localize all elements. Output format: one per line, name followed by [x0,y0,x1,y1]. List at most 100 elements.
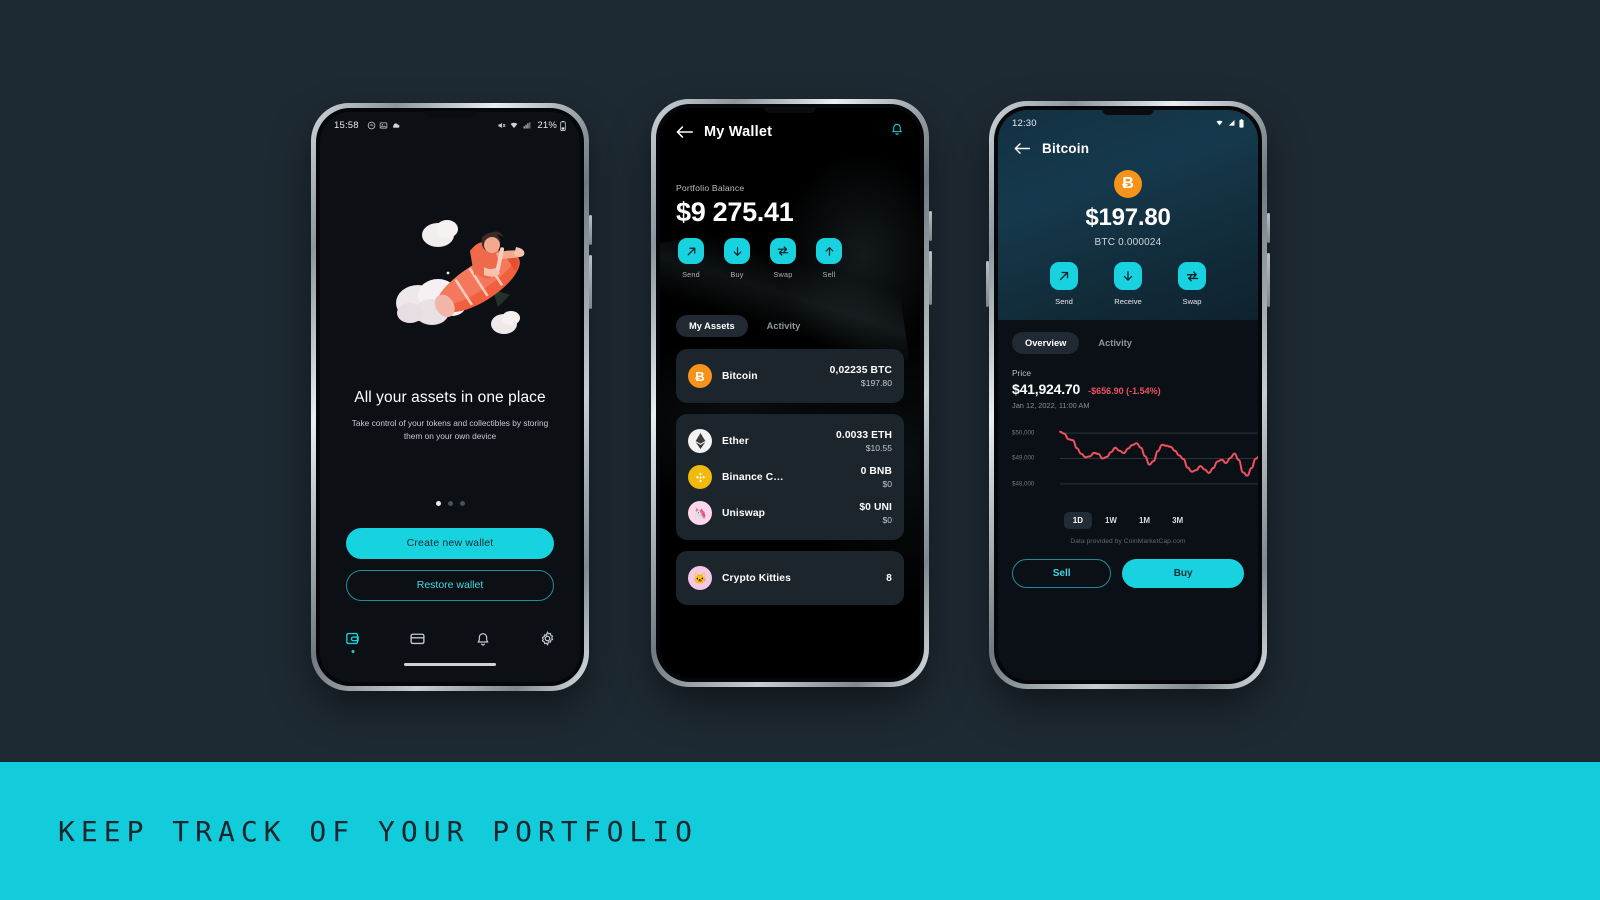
back-arrow-icon[interactable] [1014,142,1030,155]
range-3m[interactable]: 3M [1163,512,1192,529]
ether-icon [688,429,712,453]
phone-side-button-bottom[interactable] [589,255,592,309]
notifications-button[interactable] [890,122,904,141]
arrow-up-icon [825,246,833,256]
asset-card-collectibles[interactable]: 🐱 Crypto Kitties 8 [676,551,904,605]
poster-canvas: 15:58 21% All your assets in one place T… [0,0,1600,900]
phone2-camera-notch [764,107,816,113]
wifi-icon [1216,120,1223,126]
sell-button[interactable]: Sell [814,238,844,279]
battery-percent: 21% [537,120,557,131]
arrow-up-right-icon [687,247,695,255]
range-1w[interactable]: 1W [1096,512,1126,529]
phone2-side-button-bottom[interactable] [929,251,932,305]
status-time: 12:30 [1012,117,1037,129]
status-time: 15:58 [334,120,359,131]
bottom-banner: KEEP TRACK OF YOUR PORTFOLIO [0,762,1600,900]
swap-button[interactable]: Swap [768,238,798,279]
bitcoin-icon: Ƀ [1114,170,1142,198]
arrow-down-icon [1123,271,1133,281]
pager-dot-2[interactable] [447,500,453,506]
phone3-side-button-top[interactable] [1267,213,1270,243]
wifi-icon [511,122,518,129]
bell-icon [476,632,489,646]
tab-activity[interactable]: Activity [1085,332,1145,354]
asset-amount: 0.0033 ETH [836,429,892,441]
sidebar-item-notifications[interactable] [464,624,502,654]
sell-label: Sell [822,270,836,279]
asset-fiat: $0 [882,514,892,525]
back-arrow-icon[interactable] [676,125,693,139]
asset-card-bitcoin[interactable]: Ƀ Bitcoin 0,02235 BTC $197.80 [676,349,904,403]
pager-dot-1[interactable] [435,500,441,506]
bitcoin-symbol: Ƀ [1122,175,1134,192]
arrow-up-right-icon [1059,271,1069,281]
page-title: Bitcoin [1042,141,1090,156]
price-chart[interactable]: $50,000 $49,000 $48,000 [1012,418,1258,504]
tab-activity[interactable]: Activity [754,315,814,337]
receive-label: Receive [1114,297,1142,306]
phone3-side-button-left[interactable] [986,261,989,307]
asset-name: Uniswap [722,507,766,519]
swap-label: Swap [1182,297,1202,306]
buy-button[interactable]: Buy [722,238,752,279]
price-change: -$656.90 (-1.54%) [1088,386,1161,396]
binance-icon [688,465,712,489]
active-tab-indicator [351,649,354,653]
restore-wallet-button[interactable]: Restore wallet [346,569,554,601]
buy-button[interactable]: Buy [1122,559,1244,588]
photo-icon [379,122,388,129]
coin-fiat-value: $197.80 [1085,204,1171,231]
portfolio-balance-label: Portfolio Balance [676,183,745,193]
range-1m[interactable]: 1M [1130,512,1159,529]
signal-icon [524,122,531,129]
sidebar-item-settings[interactable] [529,624,567,654]
sidebar-item-card[interactable] [399,624,437,654]
range-1d[interactable]: 1D [1063,512,1092,529]
detail-header: Bitcoin [998,131,1258,156]
detail-action-row: Send Receive Swap [998,262,1258,306]
list-item: 🦄 Uniswap $0 UNI $0 [688,495,892,531]
asset-fiat: $10.55 [865,442,892,453]
wallet-tabs: My Assets Activity [660,315,920,337]
asset-amount: $0 UNI [859,501,892,513]
swap-button[interactable]: Swap [1178,262,1206,306]
sell-button[interactable]: Sell [1012,559,1112,588]
uniswap-icon: 🦄 [688,501,712,525]
phone-bitcoin-detail: 12:30 Bitcoin Ƀ $197.80 BTC 0.000024 Sen… [986,101,1270,689]
asset-amount: 0 BNB [860,465,892,477]
swap-arrows-icon [777,246,789,256]
swap-label: Swap [773,270,793,279]
send-button[interactable]: Send [1050,262,1078,306]
phone-onboarding: 15:58 21% All your assets in one place T… [311,103,592,691]
price-timestamp: Jan 12, 2022, 11:00 AM [1012,401,1090,410]
onboarding-screen: 15:58 21% All your assets in one place T… [320,112,580,682]
crypto-kitties-icon: 🐱 [688,566,712,590]
create-new-wallet-button[interactable]: Create new wallet [346,527,554,559]
signal-icon [1228,120,1235,126]
swap-arrows-icon [1186,270,1198,282]
phone2-side-button-top[interactable] [929,211,932,241]
price-label: Price [1012,368,1032,378]
sidebar-item-wallet[interactable] [334,624,372,654]
asset-name: Crypto Kitties [722,572,791,584]
tab-overview[interactable]: Overview [1012,332,1080,354]
asset-card-tokens[interactable]: Ether 0.0033 ETH $10.55 Binance C… 0 BNB… [676,414,904,540]
asset-amount: 8 [886,572,892,584]
phone3-camera-notch [1102,109,1154,115]
pager-dots[interactable] [320,500,580,506]
send-label: Send [1055,297,1073,306]
receive-button[interactable]: Receive [1114,262,1142,306]
chart-y-tick: $50,000 [1012,429,1035,437]
pager-dot-3[interactable] [459,500,465,506]
onboarding-title: All your assets in one place [354,389,546,406]
detail-cta-row: Sell Buy [998,559,1258,588]
tab-my-assets[interactable]: My Assets [676,315,748,337]
phone-side-button-top[interactable] [589,215,592,245]
asset-name: Ether [722,435,749,447]
gesture-bar[interactable] [404,662,496,666]
phone3-side-button-bottom[interactable] [1267,253,1270,307]
buy-label: Buy [730,270,744,279]
banner-headline: KEEP TRACK OF YOUR PORTFOLIO [58,814,699,848]
send-button[interactable]: Send [676,238,706,279]
